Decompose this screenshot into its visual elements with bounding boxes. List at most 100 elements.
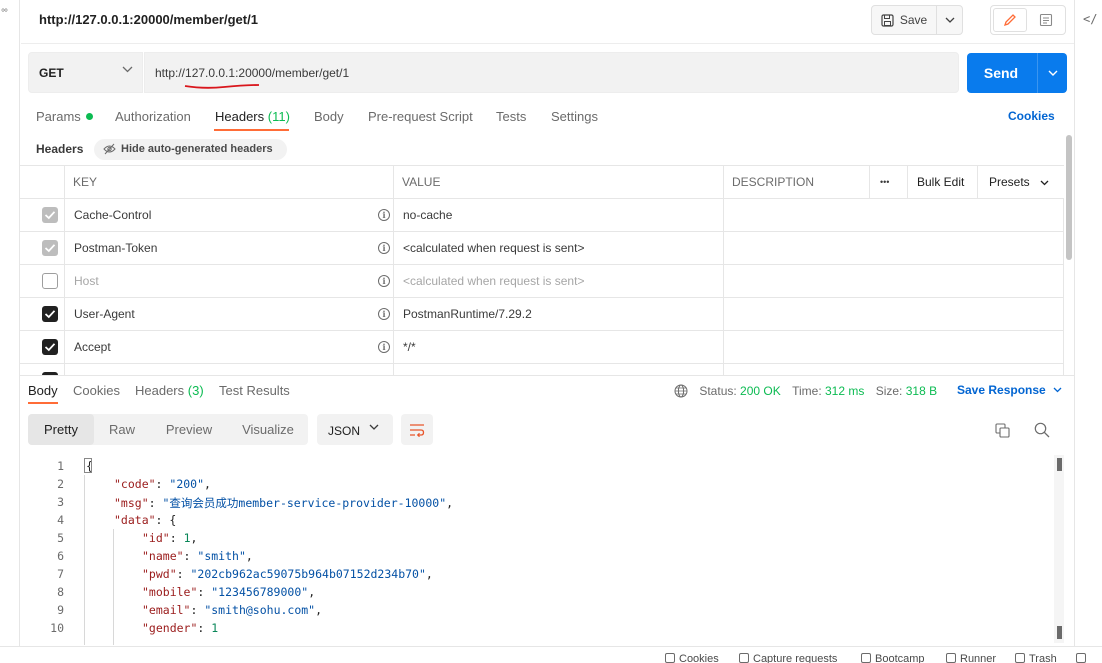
tab-tests[interactable]: Tests (496, 109, 526, 124)
description-cell[interactable] (724, 265, 1064, 298)
send-options-button[interactable] (1037, 53, 1067, 93)
presets-label: Presets (989, 175, 1030, 189)
format-select[interactable]: JSON (317, 414, 393, 445)
json-value: "202cb962ac59075b964b07152d234b70" (190, 567, 426, 581)
key-column-label: KEY (73, 175, 98, 189)
size-value[interactable]: 318 B (906, 384, 937, 398)
response-tab-body[interactable]: Body (28, 383, 58, 398)
runner-icon (946, 653, 956, 663)
description-cell[interactable] (724, 232, 1064, 265)
row-checkbox[interactable] (42, 339, 58, 355)
status-trash-label: Trash (1029, 653, 1057, 663)
value-cell[interactable]: PostmanRuntime/7.29.2 (394, 298, 724, 331)
save-button[interactable]: Save (872, 6, 936, 34)
value-cell[interactable]: <calculated when request is sent> (394, 265, 724, 298)
response-tab-cookies[interactable]: Cookies (73, 383, 120, 398)
status-cookies-label: Cookies (679, 653, 719, 663)
description-cell[interactable] (724, 199, 1064, 232)
request-scrollbar[interactable] (1066, 135, 1072, 260)
url-input[interactable]: http://127.0.0.1:20000/member/get/1 (144, 52, 959, 93)
status-bootcamp[interactable]: Bootcamp (861, 653, 925, 663)
bulk-edit-button[interactable]: Bulk Edit (908, 166, 978, 199)
info-icon[interactable]: i (378, 341, 390, 353)
description-cell[interactable] (724, 364, 1064, 375)
key-cell[interactable]: User-Agent i (65, 298, 394, 331)
header-value: <calculated when request is sent> (403, 241, 585, 255)
response-tab-test-results[interactable]: Test Results (219, 383, 290, 398)
line-number: 4 (57, 513, 64, 527)
search-icon[interactable] (1034, 422, 1050, 438)
table-row: Postman-Token i <calculated when request i… (20, 232, 1064, 265)
key-cell[interactable]: Host i (65, 265, 394, 298)
info-icon[interactable]: i (378, 242, 390, 254)
tab-authorization[interactable]: Authorization (115, 109, 191, 124)
row-checkbox-cell (20, 265, 65, 298)
row-checkbox[interactable] (42, 306, 58, 322)
wrap-lines-button[interactable] (401, 414, 433, 445)
tab-headers[interactable]: Headers (11) (215, 109, 290, 124)
info-icon[interactable]: i (378, 209, 390, 221)
info-icon[interactable]: i (378, 308, 390, 320)
value-cell[interactable]: <calculated when request is sent> (394, 232, 724, 265)
wrap-lines-icon (410, 423, 425, 437)
tab-settings[interactable]: Settings (551, 109, 598, 124)
json-value: "200" (169, 477, 205, 491)
status-cookies[interactable]: Cookies (665, 653, 719, 663)
json-key: "msg" (114, 496, 149, 510)
value-cell[interactable] (394, 364, 724, 375)
time-value[interactable]: 312 ms (825, 384, 864, 398)
edit-mode-button[interactable] (993, 8, 1027, 32)
view-raw-button[interactable]: Raw (94, 414, 150, 445)
line-number: 3 (57, 495, 64, 509)
value-cell[interactable]: no-cache (394, 199, 724, 232)
response-body-editor[interactable]: 1{ 2 "code": "200", 3 "msg": "查询会员成功member… (20, 455, 1060, 645)
row-checkbox[interactable] (42, 207, 58, 223)
pane-divider[interactable] (20, 375, 1074, 376)
view-pretty-button[interactable]: Pretty (28, 414, 94, 445)
cookies-link[interactable]: Cookies (1008, 109, 1055, 123)
key-cell[interactable]: Accept i (65, 331, 394, 364)
tab-params[interactable]: Params (36, 109, 93, 124)
save-response-button[interactable]: Save Response (957, 383, 1062, 397)
key-cell[interactable]: Cache-Control i (65, 199, 394, 232)
save-label: Save (899, 13, 928, 27)
copy-icon[interactable] (995, 423, 1010, 438)
capture-icon (739, 653, 749, 663)
status-value[interactable]: 200 OK (740, 384, 781, 398)
row-checkbox[interactable] (42, 273, 58, 289)
key-cell[interactable]: Postman-Token i (65, 232, 394, 265)
hide-auto-generated-button[interactable]: Hide auto-generated headers (94, 139, 287, 160)
layout-toggle[interactable] (1076, 653, 1090, 663)
row-checkbox[interactable] (42, 240, 58, 256)
method-select[interactable]: GET (28, 52, 143, 93)
status-capture-requests[interactable]: Capture requests (739, 653, 837, 663)
send-button[interactable]: Send (967, 53, 1035, 93)
status-trash[interactable]: Trash (1015, 653, 1057, 663)
presets-dropdown[interactable]: Presets (978, 166, 1064, 199)
status-bootcamp-label: Bootcamp (875, 653, 925, 663)
status-runner[interactable]: Runner (946, 653, 996, 663)
response-tab-headers[interactable]: Headers (3) (135, 383, 204, 398)
more-options-button[interactable]: ••• (870, 166, 908, 199)
save-options-button[interactable] (936, 6, 962, 34)
code-line: 5 "id": 1, (20, 529, 1050, 547)
more-icon[interactable]: °° (1, 8, 8, 19)
key-cell[interactable] (65, 364, 394, 375)
tab-prerequest-script[interactable]: Pre-request Script (368, 109, 473, 124)
description-cell[interactable] (724, 331, 1064, 364)
tab-body[interactable]: Body (314, 109, 344, 124)
globe-icon[interactable] (674, 384, 688, 398)
comment-mode-button[interactable] (1029, 8, 1063, 32)
code-scrollbar-marker[interactable] (1057, 626, 1062, 639)
code-scrollbar-marker[interactable] (1057, 458, 1062, 471)
view-visualize-button[interactable]: Visualize (228, 414, 308, 445)
params-indicator-dot (85, 113, 93, 120)
save-button-group: Save (871, 5, 963, 35)
line-number: 1 (57, 459, 64, 473)
description-cell[interactable] (724, 298, 1064, 331)
description-column-label: DESCRIPTION (732, 175, 815, 189)
info-icon[interactable]: i (378, 275, 390, 287)
code-snippet-icon[interactable]: </ (1083, 12, 1097, 26)
view-preview-button[interactable]: Preview (150, 414, 228, 445)
value-cell[interactable]: */* (394, 331, 724, 364)
